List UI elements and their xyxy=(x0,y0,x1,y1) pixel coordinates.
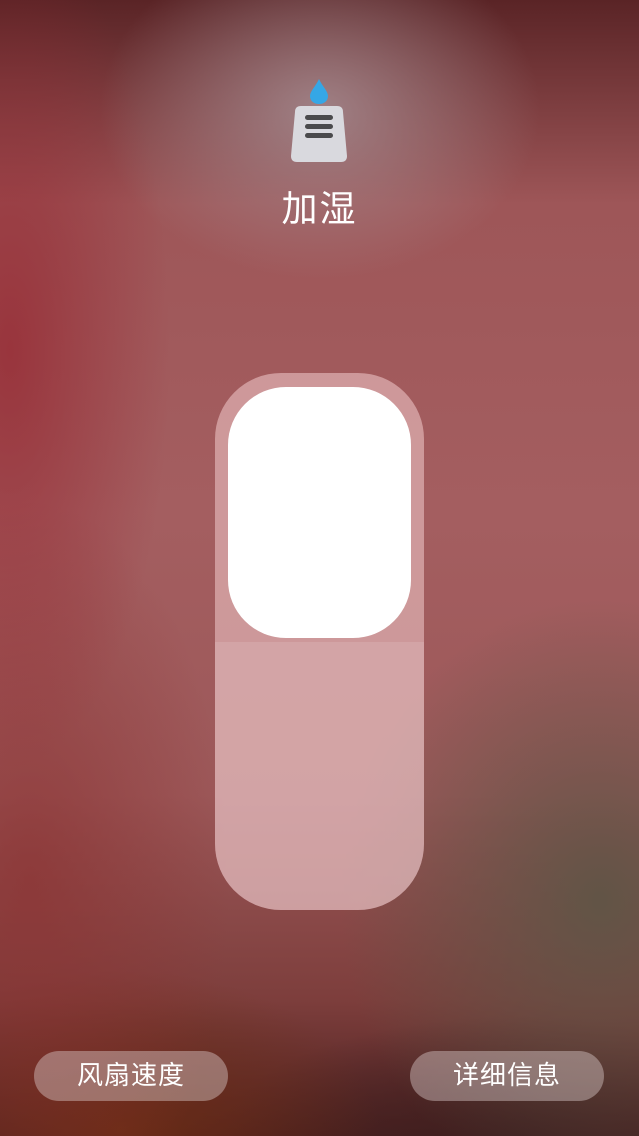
device-title: 加湿 xyxy=(281,189,358,230)
humidifier-icon xyxy=(289,78,349,164)
slider-fill xyxy=(215,641,424,910)
humidity-slider[interactable] xyxy=(215,373,424,910)
details-button[interactable]: 详细信息 xyxy=(410,1051,604,1101)
fan-speed-button[interactable]: 风扇速度 xyxy=(34,1051,228,1101)
slider-thumb[interactable] xyxy=(228,387,411,638)
humidifier-icon-graphic xyxy=(291,79,347,162)
control-header: 加湿 xyxy=(0,0,639,240)
